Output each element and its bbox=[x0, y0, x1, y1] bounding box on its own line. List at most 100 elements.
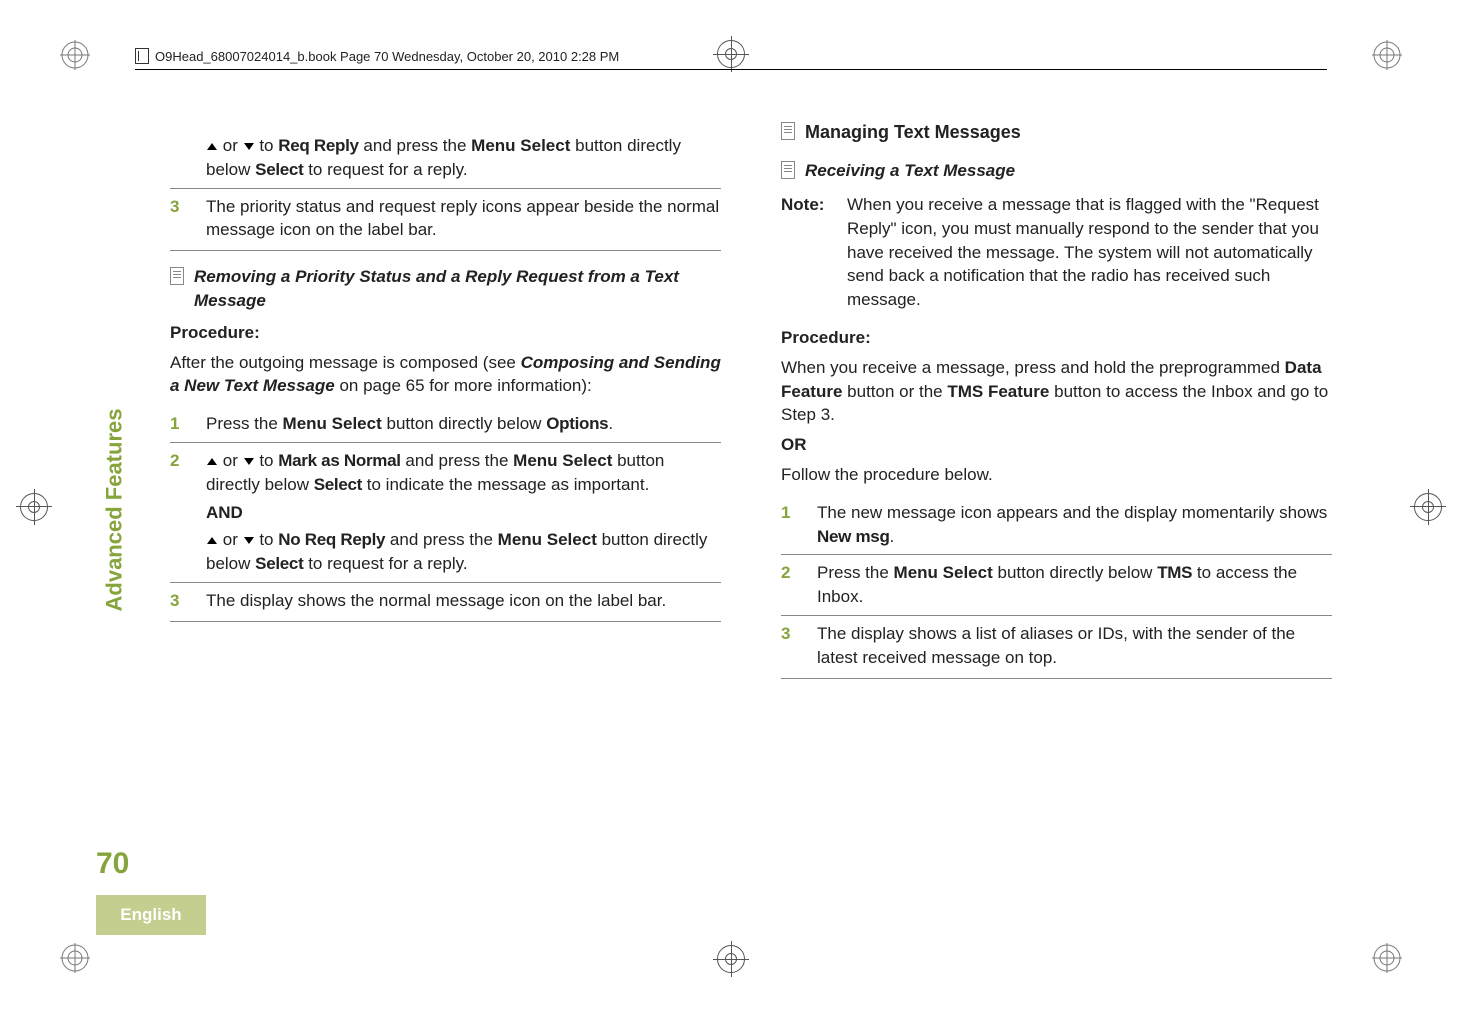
crop-mark-target-br bbox=[1372, 943, 1402, 973]
button-label-menu-select: Menu Select bbox=[894, 563, 993, 582]
arrow-down-icon bbox=[244, 458, 254, 465]
page-number-box: 70 bbox=[96, 847, 129, 881]
button-label-menu-select: Menu Select bbox=[471, 136, 570, 155]
ui-string-no-req-reply: No Req Reply bbox=[278, 530, 385, 549]
document-icon bbox=[781, 122, 795, 140]
text: and press the bbox=[405, 451, 508, 470]
button-label-menu-select: Menu Select bbox=[283, 414, 382, 433]
subheading-receiving: Receiving a Text Message bbox=[781, 159, 1332, 183]
and-label: AND bbox=[206, 501, 721, 525]
text: Press the bbox=[817, 563, 889, 582]
ui-string-mark-as-normal: Mark as Normal bbox=[278, 451, 400, 470]
document-icon bbox=[170, 267, 184, 285]
text: Press the bbox=[206, 414, 278, 433]
text: The new message icon appears and the dis… bbox=[817, 503, 1327, 522]
text: to bbox=[259, 451, 273, 470]
ui-string-options: Options bbox=[546, 414, 608, 433]
crop-mark-reg-mb bbox=[717, 945, 745, 973]
header-text: O9Head_68007024014_b.book Page 70 Wednes… bbox=[155, 49, 619, 64]
crop-mark-target-bl bbox=[60, 943, 90, 973]
arrow-down-icon bbox=[244, 143, 254, 150]
arrow-up-icon bbox=[207, 143, 217, 150]
text: and press the bbox=[363, 136, 466, 155]
step-row: 3 The display shows a list of aliases or… bbox=[781, 615, 1332, 679]
receive-steps: 1 The new message icon appears and the d… bbox=[781, 495, 1332, 679]
step-body: The priority status and request reply ic… bbox=[206, 195, 721, 243]
text: or bbox=[223, 136, 238, 155]
page-body: or to Req Reply and press the Menu Selec… bbox=[130, 120, 1332, 893]
page-number: 70 bbox=[96, 847, 129, 881]
text: button directly below bbox=[997, 563, 1152, 582]
step-number: 3 bbox=[170, 589, 188, 613]
step-number-blank bbox=[170, 134, 188, 182]
button-label-menu-select: Menu Select bbox=[513, 451, 612, 470]
text: button directly below bbox=[386, 414, 541, 433]
step-row: or to Req Reply and press the Menu Selec… bbox=[170, 128, 721, 188]
text: to bbox=[259, 530, 273, 549]
remove-steps: 1 Press the Menu Select button directly … bbox=[170, 406, 721, 622]
crop-mark-reg-mr bbox=[1414, 493, 1442, 521]
step-body: The display shows the normal message ico… bbox=[206, 589, 721, 613]
step-number: 1 bbox=[170, 412, 188, 436]
step-body: or to Req Reply and press the Menu Selec… bbox=[206, 134, 721, 182]
language-label: English bbox=[120, 905, 181, 925]
sidebar-section-tab: Advanced Features bbox=[96, 380, 132, 640]
button-label-menu-select: Menu Select bbox=[498, 530, 597, 549]
procedure-follow: Follow the procedure below. bbox=[781, 463, 1332, 487]
book-icon bbox=[135, 48, 149, 64]
ui-string-select: Select bbox=[255, 554, 303, 573]
or-label: OR bbox=[781, 433, 1332, 457]
procedure-intro: When you receive a message, press and ho… bbox=[781, 356, 1332, 427]
step-body: Press the Menu Select button directly be… bbox=[206, 412, 721, 436]
text: to request for a reply. bbox=[308, 554, 467, 573]
crop-mark-reg-ml bbox=[20, 493, 48, 521]
text: and press the bbox=[390, 530, 493, 549]
button-label-tms-feature: TMS Feature bbox=[947, 382, 1049, 401]
compose-intro: After the outgoing message is composed (… bbox=[170, 351, 721, 399]
step-row: 2 or to Mark as Normal and press the Men… bbox=[170, 442, 721, 582]
right-column: Managing Text Messages Receiving a Text … bbox=[781, 120, 1332, 893]
step-body: The display shows a list of aliases or I… bbox=[817, 622, 1332, 670]
subheading-removing-priority: Removing a Priority Status and a Reply R… bbox=[170, 265, 721, 313]
arrow-down-icon bbox=[244, 537, 254, 544]
note-block: Note: When you receive a message that is… bbox=[781, 193, 1332, 312]
step-number: 2 bbox=[781, 561, 799, 609]
note-label: Note: bbox=[781, 193, 833, 312]
step-row: 2 Press the Menu Select button directly … bbox=[781, 554, 1332, 615]
text: on page 65 for more information): bbox=[339, 376, 591, 395]
step-number: 1 bbox=[781, 501, 799, 549]
step-number: 3 bbox=[170, 195, 188, 243]
ui-string-req-reply: Req Reply bbox=[278, 136, 358, 155]
section-heading-managing: Managing Text Messages bbox=[781, 120, 1332, 145]
text: to request for a reply. bbox=[308, 160, 467, 179]
crop-mark-target-tr bbox=[1372, 40, 1402, 70]
ui-string-tms: TMS bbox=[1157, 563, 1192, 582]
text: When you receive a message, press and ho… bbox=[781, 358, 1280, 377]
step-body: The new message icon appears and the dis… bbox=[817, 501, 1332, 549]
left-column: or to Req Reply and press the Menu Selec… bbox=[130, 120, 721, 893]
page-header: O9Head_68007024014_b.book Page 70 Wednes… bbox=[135, 48, 1327, 68]
procedure-label: Procedure: bbox=[781, 326, 1332, 350]
subheading-text: Removing a Priority Status and a Reply R… bbox=[194, 265, 721, 313]
arrow-up-icon bbox=[207, 458, 217, 465]
sidebar-section-label: Advanced Features bbox=[101, 409, 127, 612]
arrow-up-icon bbox=[207, 537, 217, 544]
text: to indicate the message as important. bbox=[367, 475, 650, 494]
ui-string-select: Select bbox=[255, 160, 303, 179]
procedure-label: Procedure: bbox=[170, 321, 721, 345]
text: or bbox=[223, 451, 238, 470]
prior-steps-continuation: or to Req Reply and press the Menu Selec… bbox=[170, 128, 721, 251]
language-tab: English bbox=[96, 895, 206, 935]
step-row: 1 The new message icon appears and the d… bbox=[781, 495, 1332, 555]
text: to bbox=[259, 136, 273, 155]
section-heading-text: Managing Text Messages bbox=[805, 120, 1021, 145]
text: After the outgoing message is composed (… bbox=[170, 353, 516, 372]
note-body: When you receive a message that is flagg… bbox=[847, 193, 1332, 312]
subheading-text: Receiving a Text Message bbox=[805, 159, 1015, 183]
document-icon bbox=[781, 161, 795, 179]
text: button or the bbox=[847, 382, 942, 401]
ui-string-new-msg: New msg bbox=[817, 527, 890, 546]
step-body: or to Mark as Normal and press the Menu … bbox=[206, 449, 721, 576]
text: or bbox=[223, 530, 238, 549]
crop-mark-target-tl bbox=[60, 40, 90, 70]
